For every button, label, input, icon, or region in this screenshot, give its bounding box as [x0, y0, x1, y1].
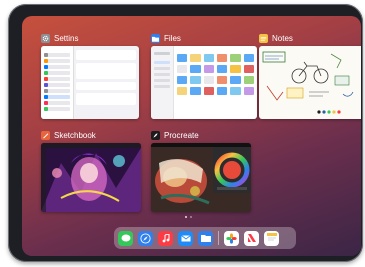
files-label: Files: [164, 34, 181, 43]
notes-thumbnail[interactable]: [259, 46, 361, 119]
settings-label: Settins: [54, 34, 79, 43]
files-icon[interactable]: [198, 230, 213, 246]
sketchbook-card-title: Sketchbook: [41, 131, 96, 140]
sketchbook-thumbnail[interactable]: [41, 143, 141, 212]
settings-sidebar: [41, 46, 74, 119]
sketchbook-artwork: [41, 143, 141, 212]
ipad-frame: Settins Files Notes Sketchbook Procreate: [8, 4, 363, 262]
music-icon[interactable]: [158, 230, 173, 246]
files-card-title: Files: [151, 34, 181, 43]
notes-dock-icon[interactable]: [264, 230, 279, 246]
photos-icon[interactable]: [224, 230, 239, 246]
notes-label: Notes: [272, 34, 293, 43]
dock: [114, 227, 296, 249]
sketchbook-label: Sketchbook: [54, 131, 96, 140]
page-indicator: [185, 216, 192, 218]
messages-icon[interactable]: [118, 230, 133, 246]
settings-card-title: Settins: [41, 34, 78, 43]
notes-card-title: Notes: [259, 34, 293, 43]
notes-sketch-drawing: [262, 51, 354, 114]
procreate-label: Procreate: [164, 131, 199, 140]
dock-separator: [218, 231, 219, 245]
sketchbook-icon: [41, 131, 50, 140]
procreate-artwork: [151, 143, 251, 212]
settings-detail: [76, 50, 136, 116]
gear-icon: [41, 34, 50, 43]
files-sidebar: [151, 46, 174, 119]
notes-icon: [259, 34, 268, 43]
files-thumbnail[interactable]: [151, 46, 257, 119]
safari-icon[interactable]: [138, 230, 153, 246]
mail-icon[interactable]: [178, 230, 193, 246]
app-switcher-screen: Settins Files Notes Sketchbook Procreate: [22, 16, 361, 256]
procreate-icon: [151, 131, 160, 140]
procreate-thumbnail[interactable]: [151, 143, 251, 212]
news-icon[interactable]: [244, 230, 259, 246]
settings-thumbnail[interactable]: [41, 46, 139, 119]
files-grid: [177, 54, 254, 95]
folder-icon: [151, 34, 160, 43]
procreate-card-title: Procreate: [151, 131, 199, 140]
